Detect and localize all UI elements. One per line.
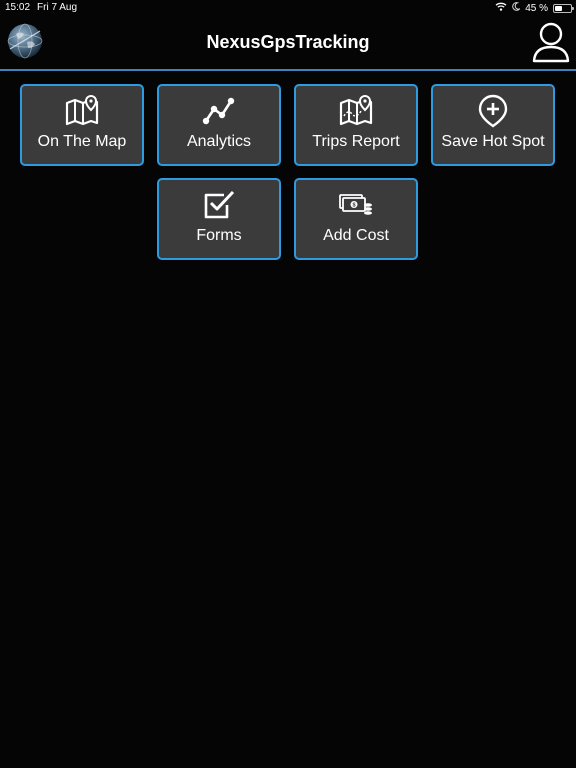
- save-hot-spot-button[interactable]: Save Hot Spot: [431, 84, 555, 166]
- on-the-map-button[interactable]: On The Map: [20, 84, 144, 166]
- add-cost-button[interactable]: $ Add Cost: [294, 178, 418, 260]
- money-coins-icon: $: [296, 188, 416, 222]
- header-divider: [0, 69, 576, 71]
- tile-label: Add Cost: [323, 227, 389, 244]
- status-date: Fri 7 Aug: [37, 2, 78, 13]
- analytics-line-icon: [159, 94, 279, 128]
- svg-text:$: $: [352, 203, 355, 209]
- tile-label: On The Map: [37, 133, 127, 150]
- trips-report-button[interactable]: Trips Report: [294, 84, 418, 166]
- status-bar: 15:02 Fri 7 Aug 45 %: [0, 0, 576, 16]
- tile-label: Analytics: [186, 133, 252, 150]
- app-title: NexusGpsTracking: [206, 32, 370, 52]
- battery-level: [555, 5, 562, 11]
- tile-label: Forms: [196, 227, 242, 244]
- analytics-button[interactable]: Analytics: [157, 84, 281, 166]
- status-indicators: 45 %: [495, 2, 574, 14]
- status-time: 15:02: [5, 2, 31, 13]
- add-location-icon: [433, 94, 553, 128]
- wifi-icon: [495, 2, 507, 14]
- moon-icon: [512, 2, 522, 14]
- forms-button[interactable]: Forms: [157, 178, 281, 260]
- tile-label: Save Hot Spot: [441, 133, 545, 150]
- trip-map-icon: [296, 94, 416, 128]
- user-profile-icon[interactable]: [531, 21, 571, 63]
- battery-icon: [553, 3, 574, 13]
- app-header: NexusGpsTracking: [0, 16, 576, 69]
- map-pin-icon: [22, 94, 142, 128]
- checkbox-icon: [159, 188, 279, 222]
- battery-percent: 45 %: [525, 2, 548, 14]
- tile-label: Trips Report: [312, 133, 400, 150]
